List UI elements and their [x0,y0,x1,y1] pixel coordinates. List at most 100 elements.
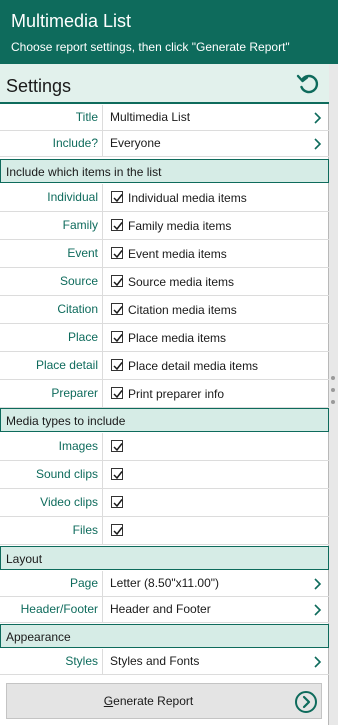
page-value[interactable]: Letter (8.50"x11.00") [102,571,327,597]
item-row-family[interactable]: Family Family media items [0,212,329,240]
checkbox[interactable] [111,275,123,287]
item-row-event[interactable]: Event Event media items [0,240,329,268]
section-media: Media types to include [0,408,329,432]
title-row[interactable]: Title Multimedia List [0,105,329,131]
generate-report-mnemonic: G [103,694,114,708]
checkbox[interactable] [111,191,123,203]
checkbox[interactable] [111,359,123,371]
media-checkbox-field[interactable] [102,489,327,517]
item-label: Citation [57,302,98,316]
item-row-place-detail[interactable]: Place detail Place detail media items [0,352,329,380]
checkbox[interactable] [111,387,123,399]
item-row-preparer[interactable]: Preparer Print preparer info [0,380,329,408]
title-label: Title [75,110,98,124]
item-checkbox-field[interactable]: Event media items [102,240,327,268]
arrow-circle-right-icon [295,691,317,713]
chevron-right-icon [314,578,322,590]
resize-grip-dot[interactable] [331,388,335,392]
generate-report-button[interactable]: Generate Report [6,683,322,719]
item-row-source[interactable]: Source Source media items [0,268,329,296]
checkbox[interactable] [111,219,123,231]
item-checkbox-text: Event media items [128,247,227,261]
section-items: Include which items in the list [0,159,329,183]
media-checkbox-field[interactable] [102,517,327,545]
media-checkbox-field[interactable] [102,461,327,489]
item-checkbox-text: Source media items [128,275,235,289]
checkbox[interactable] [111,247,123,259]
report-header: Multimedia List Choose report settings, … [0,0,338,64]
media-label: Images [58,439,98,453]
styles-row[interactable]: Styles Styles and Fonts [0,649,329,675]
styles-value[interactable]: Styles and Fonts [102,649,327,675]
checkbox[interactable] [111,496,123,508]
resize-grip-dot[interactable] [331,376,335,380]
settings-panel: Settings Title Multimedia List Include? … [0,64,329,725]
settings-label: Settings [6,76,72,96]
report-title: Multimedia List [11,11,132,31]
item-checkbox-text: Place media items [128,331,227,345]
checkbox[interactable] [111,331,123,343]
include-row[interactable]: Include? Everyone [0,131,329,157]
media-checkbox-field[interactable] [102,433,327,461]
media-label: Video clips [40,495,98,509]
item-label: Place [67,330,98,344]
header-footer-value-text: Header and Footer [110,602,211,616]
checkbox[interactable] [111,440,123,452]
item-checkbox-field[interactable]: Print preparer info [102,380,327,408]
item-checkbox-field[interactable]: Source media items [102,268,327,296]
item-row-place[interactable]: Place Place media items [0,324,329,352]
section-layout-label: Layout [6,552,43,566]
page-value-text: Letter (8.50"x11.00") [110,576,220,590]
media-label: Sound clips [35,467,98,481]
media-row-video-clips[interactable]: Video clips [0,489,329,517]
chevron-right-icon [314,138,322,150]
media-row-files[interactable]: Files [0,517,329,545]
chevron-right-icon [314,112,322,124]
include-label: Include? [52,136,98,150]
header-footer-value[interactable]: Header and Footer [102,597,327,623]
section-appearance: Appearance [0,624,329,648]
section-appearance-label: Appearance [6,630,71,644]
item-label: Place detail [35,358,98,372]
item-label: Family [62,218,98,232]
include-value-text: Everyone [110,136,161,150]
item-label: Event [67,246,98,260]
item-checkbox-field[interactable]: Place detail media items [102,352,327,380]
item-row-individual[interactable]: Individual Individual media items [0,184,329,212]
item-checkbox-field[interactable]: Place media items [102,324,327,352]
checkbox[interactable] [111,524,123,536]
item-checkbox-field[interactable]: Family media items [102,212,327,240]
item-checkbox-text: Print preparer info [128,387,225,401]
chevron-right-icon [314,656,322,668]
page-row[interactable]: Page Letter (8.50"x11.00") [0,571,329,597]
settings-bar: Settings [0,64,329,104]
section-items-label: Include which items in the list [6,165,162,179]
item-checkbox-text: Place detail media items [128,359,259,373]
generate-report-label: Generate Report [7,694,290,708]
checkbox[interactable] [111,468,123,480]
title-value-text: Multimedia List [110,110,191,124]
reset-icon[interactable] [295,71,321,97]
item-checkbox-field[interactable]: Individual media items [102,184,327,212]
section-layout: Layout [0,546,329,570]
item-label: Source [59,274,98,288]
item-checkbox-text: Citation media items [128,303,237,317]
item-checkbox-field[interactable]: Citation media items [102,296,327,324]
generate-report-rest: enerate Report [113,694,194,708]
chevron-right-icon [314,604,322,616]
header-footer-label: Header/Footer [20,602,98,616]
media-label: Files [72,523,98,537]
resize-grip-dot[interactable] [331,400,335,404]
checkbox[interactable] [111,303,123,315]
media-row-sound-clips[interactable]: Sound clips [0,461,329,489]
media-row-images[interactable]: Images [0,433,329,461]
styles-label: Styles [65,654,98,668]
include-value[interactable]: Everyone [102,131,327,157]
title-value[interactable]: Multimedia List [102,105,327,131]
page-label: Page [69,576,98,590]
item-label: Preparer [51,386,98,400]
item-row-citation[interactable]: Citation Citation media items [0,296,329,324]
styles-value-text: Styles and Fonts [110,654,200,668]
item-label: Individual [47,190,98,204]
header-footer-row[interactable]: Header/Footer Header and Footer [0,597,329,623]
